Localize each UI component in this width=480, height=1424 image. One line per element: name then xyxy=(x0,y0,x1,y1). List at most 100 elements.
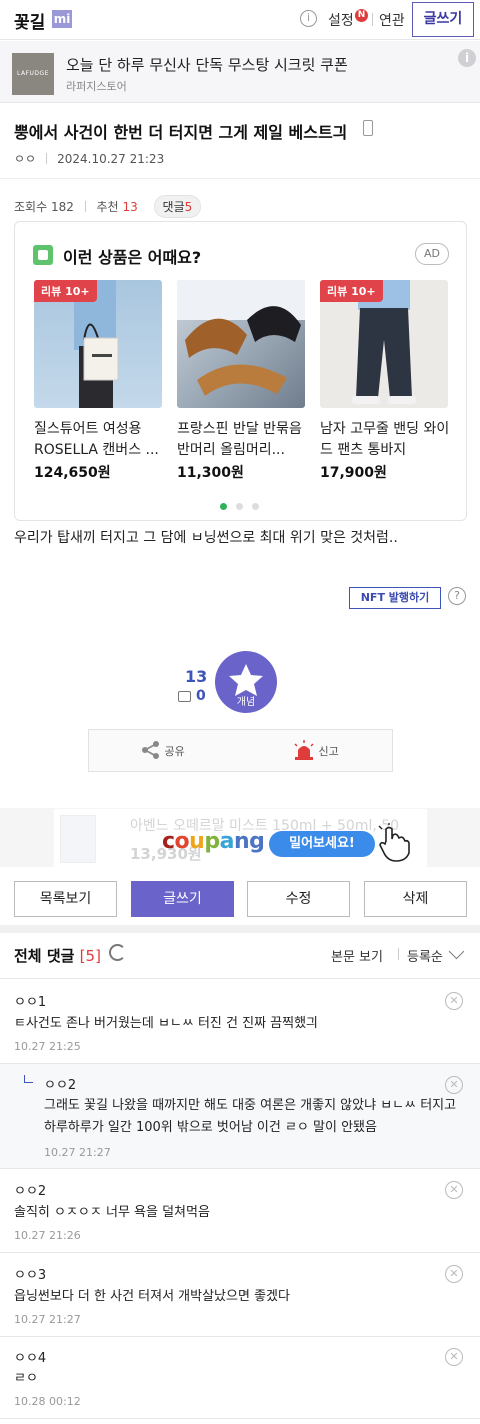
share-button[interactable]: 공유 xyxy=(141,730,185,773)
share-icon xyxy=(142,741,159,759)
delete-button[interactable]: 삭제 xyxy=(364,881,467,917)
product-recommendation: 이런 상품은 어때요? AD 리뷰 10+ 질스튜어트 여성용 ROSELLA … xyxy=(14,221,467,521)
ad-title[interactable]: 오늘 단 하루 무신사 단독 무스탕 시크릿 쿠폰 xyxy=(66,54,348,75)
image-icon xyxy=(178,691,191,702)
review-badge: 리뷰 10+ xyxy=(34,280,97,302)
close-icon[interactable]: ✕ xyxy=(445,1348,463,1366)
comment-author[interactable]: ㅇㅇ1 xyxy=(14,991,46,1010)
post-datetime: 2024.10.27 21:23 xyxy=(57,152,165,166)
comment-time: 10.28 00:12 xyxy=(14,1395,81,1408)
close-icon[interactable]: ✕ xyxy=(445,1076,463,1094)
product-price: 11,300원 xyxy=(177,465,244,481)
refresh-icon[interactable] xyxy=(109,944,126,961)
comment-author[interactable]: ㅇㅇ3 xyxy=(14,1264,46,1283)
report-button[interactable]: 신고 xyxy=(293,730,339,773)
post-title: 뿡에서 사건이 한번 더 터지면 그게 제일 베스트긔 xyxy=(14,123,348,142)
site-logo[interactable]: 꽃길 xyxy=(14,8,45,33)
upvote-button[interactable]: 개념 xyxy=(215,651,277,713)
comments-title: 전체 댓글 [5] xyxy=(14,947,101,965)
comment-count-pill[interactable]: 댓글5 xyxy=(153,195,202,218)
comment-text: 읍닝썬보다 더 한 사건 터져서 개박살났으면 좋겠다 xyxy=(14,1289,290,1304)
post-stats: 조회수 182 추천 13 댓글5 xyxy=(14,195,202,218)
edit-button[interactable]: 수정 xyxy=(247,881,350,917)
image-count: 0 xyxy=(196,688,206,704)
chevron-down-icon[interactable] xyxy=(448,943,465,960)
related-link[interactable]: 연관 xyxy=(379,10,405,30)
write-button[interactable]: 글쓰기 xyxy=(131,881,234,917)
ad-logo: LAFUDGE xyxy=(12,53,54,95)
carousel-dot[interactable] xyxy=(236,503,243,510)
share-label: 공유 xyxy=(164,745,185,758)
ad-banner[interactable]: LAFUDGE 오늘 단 하루 무신사 단독 무스탕 시크릿 쿠폰 라퍼지스토어… xyxy=(0,41,480,103)
comment-item: ㅇㅇ1 ✕ ㅌ사건도 존나 버거웠는데 ㅂㄴㅆ 터진 건 진짜 끔찍했긔 10.… xyxy=(0,979,480,1063)
close-icon[interactable]: ✕ xyxy=(445,992,463,1010)
product-image[interactable] xyxy=(177,280,305,408)
comment-time: 10.27 21:27 xyxy=(44,1146,111,1159)
ad-badge[interactable]: AD xyxy=(415,243,449,265)
comment-item: ㅇㅇ4 ✕ ㄹㅇ 10.28 00:12 xyxy=(0,1337,480,1419)
comment-text: 그래도 꽃길 나왔을 때까지만 해도 대중 여론은 개좋지 않았냐 ㅂㄴㅆ 터지… xyxy=(44,1098,457,1135)
divider xyxy=(0,1418,480,1419)
recommendation-title: 이런 상품은 어때요? xyxy=(63,248,202,267)
section-gap xyxy=(0,925,480,933)
upvote-label: 개념 xyxy=(236,697,256,708)
mi-badge[interactable]: mi xyxy=(52,10,72,28)
comment-author[interactable]: ㅇㅇ4 xyxy=(14,1347,46,1366)
view-body-link[interactable]: 본문 보기 xyxy=(331,946,383,965)
coupang-cta[interactable]: 밀어보세요! xyxy=(269,831,375,857)
comment-time: 10.27 21:26 xyxy=(14,1229,81,1242)
product-image[interactable]: 리뷰 10+ xyxy=(320,280,448,408)
ad-subtitle: 라퍼지스토어 xyxy=(66,80,127,93)
siren-icon xyxy=(294,740,314,760)
list-button[interactable]: 목록보기 xyxy=(14,881,117,917)
close-icon[interactable]: ✕ xyxy=(445,1181,463,1199)
review-badge: 리뷰 10+ xyxy=(320,280,383,302)
product-name[interactable]: 남자 고무줄 밴딩 와이드 팬츠 통바지 xyxy=(320,419,450,461)
new-badge: N xyxy=(355,9,368,22)
post-button-row: 목록보기 글쓰기 수정 삭제 xyxy=(0,868,480,932)
product-name[interactable]: 프랑스핀 반달 반묶음 반머리 올림머리... xyxy=(177,419,307,461)
recommend-count: 13 xyxy=(122,200,138,214)
reply-arrow-icon xyxy=(24,1075,33,1083)
views-label: 조회수 xyxy=(14,200,48,214)
header-write-button[interactable]: 글쓰기 xyxy=(412,2,474,37)
ad-info-icon[interactable]: i xyxy=(458,49,476,67)
product-price: 124,650원 xyxy=(34,465,111,481)
carousel-dot[interactable] xyxy=(220,503,227,510)
post-meta: ㅇㅇ 2024.10.27 21:23 xyxy=(14,150,164,167)
post-body: 우리가 탑새끼 터지고 그 담에 ㅂ닝썬으로 최대 위기 맞은 것처럼.. xyxy=(14,530,398,546)
carousel-dot[interactable] xyxy=(252,503,259,510)
product-thumb xyxy=(60,815,96,863)
info-icon[interactable]: i xyxy=(300,10,317,27)
close-icon[interactable]: ✕ xyxy=(445,1265,463,1283)
divider xyxy=(372,13,373,26)
recommend-label: 추천 xyxy=(96,200,119,214)
carousel-dots xyxy=(220,495,268,514)
action-bar: 공유 신고 xyxy=(88,729,393,772)
coupang-logo: coupang xyxy=(162,829,265,854)
comment-author[interactable]: ㅇㅇ2 xyxy=(14,1180,46,1199)
product-name[interactable]: 질스튜어트 여성용 ROSELLA 캔버스 ... xyxy=(34,419,164,461)
coupang-ad[interactable]: 아벤느 오떼르말 미스트 150ml + 50ml, 50 13,930원 co… xyxy=(54,809,427,867)
product-price: 17,900원 xyxy=(320,465,387,481)
nft-mint-button[interactable]: NFT 발행하기 xyxy=(349,587,441,609)
top-header: 꽃길 mi i 설정 N 연관 글쓰기 xyxy=(0,0,480,40)
comment-author[interactable]: ㅇㅇ2 xyxy=(44,1074,76,1093)
comment-time: 10.27 21:25 xyxy=(14,1040,81,1053)
product-image[interactable]: 리뷰 10+ xyxy=(34,280,162,408)
divider xyxy=(0,178,480,179)
comment-reply-item: ㅇㅇ2 ✕ 그래도 꽃길 나왔을 때까지만 해도 대중 여론은 개좋지 않았냐 … xyxy=(0,1064,480,1168)
hand-pointer-icon xyxy=(378,823,410,862)
comment-text: ㅌ사건도 존나 버거웠는데 ㅂㄴㅆ 터진 건 진짜 끔찍했긔 xyxy=(14,1016,319,1031)
comment-time: 10.27 21:27 xyxy=(14,1313,81,1326)
help-icon[interactable]: ? xyxy=(448,587,466,605)
post-author[interactable]: ㅇㅇ xyxy=(14,152,36,166)
comment-item: ㅇㅇ3 ✕ 읍닝썬보다 더 한 사건 터져서 개박살났으면 좋겠다 10.27 … xyxy=(0,1253,480,1336)
views-count: 182 xyxy=(50,200,74,214)
shopping-icon xyxy=(33,245,53,265)
comment-text: ㄹㅇ xyxy=(14,1371,38,1386)
sort-select[interactable]: 등록순 xyxy=(407,946,443,965)
report-label: 신고 xyxy=(318,745,339,758)
settings-link[interactable]: 설정 xyxy=(328,10,354,30)
divider xyxy=(398,948,399,960)
